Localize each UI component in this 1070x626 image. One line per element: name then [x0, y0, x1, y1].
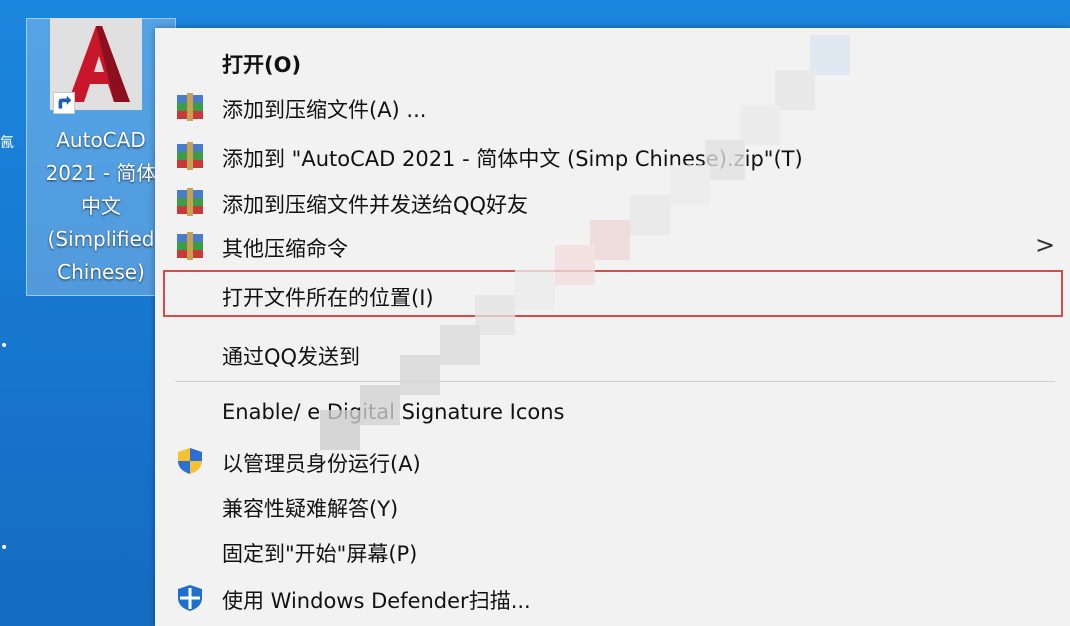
menu-item-label: 其他压缩命令: [222, 237, 348, 261]
menu-item-label: 兼容性疑难解答(Y): [222, 497, 399, 521]
windows-defender-icon: [178, 585, 202, 611]
menu-item-label: 通过QQ发送到: [222, 345, 361, 369]
menu-item-label: 添加到压缩文件并发送给QQ好友: [222, 193, 529, 217]
winrar-archive-icon: [177, 142, 203, 170]
menu-item-defender-scan[interactable]: 使用 Windows Defender扫描...: [155, 578, 1070, 618]
winrar-archive-icon: [177, 232, 203, 260]
menu-item-run-as-admin[interactable]: 以管理员身份运行(A): [155, 441, 1070, 481]
menu-item-label: 打开(O): [222, 53, 302, 77]
chevron-right-icon: >: [1035, 231, 1056, 259]
menu-item-send-via-qq[interactable]: 通过QQ发送到: [155, 334, 1070, 374]
menu-item-label: 使用 Windows Defender扫描...: [222, 589, 531, 613]
menu-item-pin-to-start[interactable]: 固定到"开始"屏幕(P): [155, 531, 1070, 571]
menu-item-open[interactable]: 打开(O): [155, 42, 1070, 82]
menu-item-digital-signature-icons[interactable]: Enable/ e Digital Signature Icons: [155, 393, 1070, 433]
menu-item-label: 以管理员身份运行(A): [222, 452, 421, 476]
edge-glyph: •: [0, 540, 9, 556]
menu-item-compatibility-troubleshoot[interactable]: 兼容性疑难解答(Y): [155, 486, 1070, 526]
shortcut-arrow-icon: [53, 92, 75, 114]
winrar-archive-icon: [177, 188, 203, 216]
edge-glyph: 氥: [0, 135, 14, 151]
context-menu: 打开(O) 添加到压缩文件(A) ... 添加到 "AutoCAD 2021 -…: [155, 28, 1070, 626]
menu-item-label: 添加到 "AutoCAD 2021 - 简体中文 (Simp Chinese).…: [222, 147, 803, 171]
menu-item-label: Enable/ e Digital Signature Icons: [222, 400, 565, 424]
menu-item-label: 添加到压缩文件(A) ...: [222, 98, 427, 122]
menu-item-open-file-location[interactable]: 打开文件所在的位置(I): [155, 275, 1070, 315]
menu-item-label: 打开文件所在的位置(I): [222, 286, 434, 310]
menu-item-add-to-zip[interactable]: 添加到 "AutoCAD 2021 - 简体中文 (Simp Chinese).…: [155, 136, 1070, 176]
winrar-archive-icon: [177, 93, 203, 121]
menu-item-other-archive-commands[interactable]: 其他压缩命令 >: [155, 226, 1070, 266]
menu-item-label: 固定到"开始"屏幕(P): [222, 542, 418, 566]
uac-shield-icon: [178, 448, 202, 474]
edge-glyph: •: [0, 338, 9, 354]
menu-item-add-to-archive[interactable]: 添加到压缩文件(A) ...: [155, 87, 1070, 127]
menu-separator: [175, 381, 1055, 382]
shortcut-caption[interactable]: AutoCAD 2021 - 简体 中文 (Simplified Chinese…: [26, 124, 176, 289]
menu-item-archive-send-qq[interactable]: 添加到压缩文件并发送给QQ好友: [155, 182, 1070, 222]
